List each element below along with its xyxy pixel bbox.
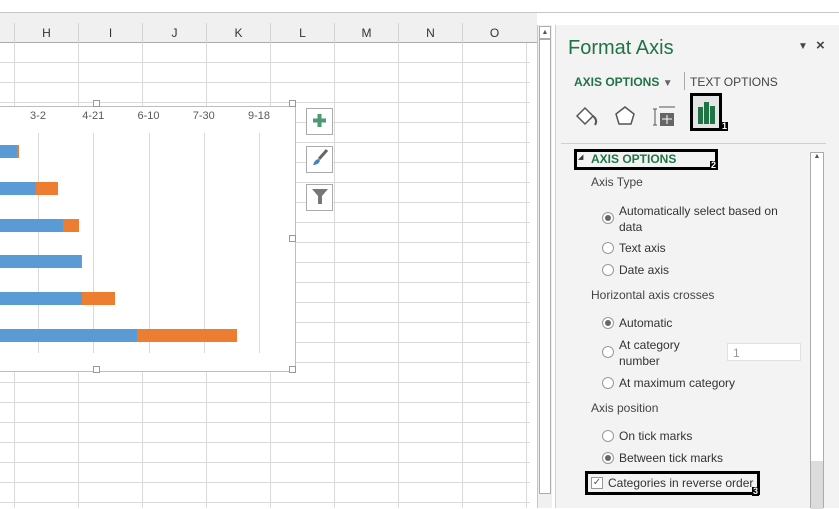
- resize-handle[interactable]: [289, 235, 296, 242]
- highlight-box-3: [585, 471, 760, 495]
- radio-cross-max[interactable]: [602, 377, 614, 389]
- gridline: [203, 133, 205, 353]
- column-header-J[interactable]: J: [142, 23, 206, 43]
- radio-cross-automatic-label[interactable]: Automatic: [619, 315, 672, 331]
- chevron-down-icon: ▼: [662, 78, 673, 89]
- gridline: [38, 133, 39, 353]
- bar-duration[interactable]: [82, 292, 116, 306]
- bar-duration[interactable]: [17, 145, 20, 158]
- marker-2: 2: [710, 160, 718, 170]
- radio-between-tick-label[interactable]: Between tick marks: [619, 450, 723, 466]
- column-header-I[interactable]: I: [78, 23, 142, 43]
- bar-duration[interactable]: [137, 329, 237, 342]
- column-header-O[interactable]: O: [462, 23, 526, 43]
- sheet-vertical-scrollbar[interactable]: ▲: [537, 25, 552, 508]
- effects-icon[interactable]: [614, 105, 636, 130]
- brush-icon: [311, 149, 329, 170]
- tab-axis-options[interactable]: AXIS OPTIONS ▼: [574, 75, 673, 89]
- crosses-label: Horizontal axis crosses: [591, 288, 715, 302]
- column-header-K[interactable]: K: [206, 23, 270, 43]
- tab-text-options[interactable]: TEXT OPTIONS: [690, 75, 778, 89]
- scroll-up-button[interactable]: ▲: [539, 26, 551, 39]
- format-axis-pane: Format Axis ▼ × AXIS OPTIONS ▼ TEXT OPTI…: [555, 25, 839, 509]
- radio-cross-max-label[interactable]: At maximum category: [619, 375, 735, 391]
- bar-start[interactable]: [0, 292, 83, 306]
- filter-icon: [311, 187, 329, 208]
- scroll-thumb[interactable]: [539, 39, 551, 494]
- x-tick-label: 6-10: [137, 110, 160, 122]
- resize-handle[interactable]: [93, 366, 100, 373]
- formula-bar-area: [0, 0, 839, 13]
- resize-handle[interactable]: [93, 100, 100, 107]
- radio-date-axis[interactable]: [602, 264, 614, 276]
- bar-start[interactable]: [0, 255, 82, 269]
- x-tick-label: 4-21: [82, 110, 105, 122]
- gridline: [93, 133, 95, 353]
- close-icon[interactable]: ×: [816, 37, 825, 54]
- radio-auto-axis[interactable]: [602, 212, 614, 224]
- gridline: [148, 133, 150, 353]
- brush-chart-button[interactable]: [306, 146, 333, 173]
- filter-chart-button[interactable]: [306, 184, 333, 211]
- bar-duration[interactable]: [35, 181, 58, 195]
- grid-line: [526, 43, 527, 508]
- bar-start[interactable]: [0, 218, 64, 232]
- resize-handle[interactable]: [289, 100, 296, 107]
- marker-3: 3: [752, 486, 760, 496]
- x-tick-label: 9-18: [247, 110, 271, 122]
- column-header-M[interactable]: M: [334, 23, 398, 43]
- radio-cross-category-label[interactable]: At category number: [619, 337, 699, 369]
- radio-cross-category[interactable]: [602, 346, 614, 358]
- x-tick-label: 7-30: [192, 110, 215, 122]
- radio-on-tick[interactable]: [602, 430, 614, 442]
- column-header-N[interactable]: N: [398, 23, 462, 43]
- radio-between-tick[interactable]: [602, 452, 614, 464]
- pane-title: Format Axis: [568, 37, 674, 59]
- highlight-box-1: [690, 93, 722, 131]
- bar-duration[interactable]: [63, 218, 79, 232]
- divider: [684, 72, 685, 90]
- column-header-H[interactable]: H: [14, 23, 78, 43]
- highlight-box-2: [574, 149, 718, 170]
- radio-auto-axis-label[interactable]: Automatically select based on data: [619, 203, 794, 235]
- size-properties-icon[interactable]: [653, 105, 677, 130]
- axis-type-label: Axis Type: [591, 175, 643, 189]
- grid-line: [462, 43, 463, 508]
- resize-handle[interactable]: [289, 366, 296, 373]
- divider: [561, 143, 826, 144]
- axis-position-label: Axis position: [591, 401, 659, 415]
- radio-text-axis-label[interactable]: Text axis: [619, 240, 666, 256]
- grid-line: [398, 43, 399, 508]
- pane-options-icon[interactable]: ▼: [798, 41, 808, 52]
- bar-duration[interactable]: [81, 255, 83, 269]
- scroll-up-icon[interactable]: ▲: [811, 153, 823, 160]
- plus-chart-button[interactable]: [306, 108, 333, 135]
- pane-scrollbar[interactable]: ▲: [810, 152, 824, 509]
- pane-scroll-thumb[interactable]: [811, 461, 823, 509]
- bar-start[interactable]: [0, 329, 138, 342]
- marker-1: 1: [721, 121, 729, 131]
- radio-text-axis[interactable]: [602, 242, 614, 254]
- tab-axis-label: AXIS OPTIONS: [574, 75, 660, 89]
- radio-cross-automatic[interactable]: [602, 317, 614, 329]
- fill-line-icon[interactable]: [574, 105, 600, 130]
- bar-start[interactable]: [0, 181, 36, 195]
- grid-line: [334, 43, 335, 508]
- gridline: [259, 133, 260, 353]
- column-headers: HIJKLMNO: [0, 13, 537, 43]
- plus-icon: [312, 113, 327, 131]
- category-number-input[interactable]: 1: [727, 343, 801, 361]
- radio-date-axis-label[interactable]: Date axis: [619, 262, 669, 278]
- bar-start[interactable]: [0, 145, 17, 158]
- gantt-chart[interactable]: 3-2 4-21 6-10 7-30 9-18: [0, 100, 296, 373]
- radio-on-tick-label[interactable]: On tick marks: [619, 428, 692, 444]
- x-tick-label: 3-2: [30, 110, 46, 122]
- column-header-L[interactable]: L: [270, 23, 334, 43]
